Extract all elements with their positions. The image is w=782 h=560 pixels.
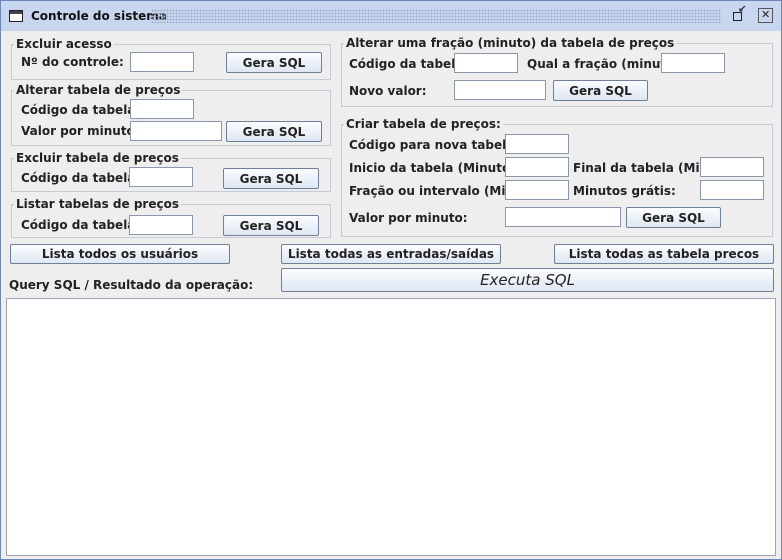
inicio-tabela-label: Inicio da tabela (Minutos):: [349, 161, 528, 175]
minutos-gratis-input[interactable]: [700, 180, 764, 200]
final-tabela-input[interactable]: [700, 157, 764, 177]
alterar-tabela-valor-label: Valor por minuto:: [21, 124, 140, 138]
fracao-intervalo-input[interactable]: [505, 180, 569, 200]
excluir-tabela-codigo-label: Código da tabela:: [21, 171, 141, 185]
alterar-fracao-legend: Alterar uma fração (minuto) da tabela de…: [346, 36, 675, 50]
lista-entradas-saidas-button[interactable]: Lista todas as entradas/saídas: [281, 244, 501, 264]
listar-tabelas-gera-sql-button[interactable]: Gera SQL: [223, 215, 319, 236]
alterar-fracao-codigo-input[interactable]: [454, 53, 518, 73]
alterar-fracao-gera-sql-button[interactable]: Gera SQL: [553, 80, 648, 101]
nova-tabela-codigo-input[interactable]: [505, 134, 569, 154]
title-bar[interactable]: Controle do sistema: [1, 1, 781, 31]
lista-usuarios-button[interactable]: Lista todos os usuários: [10, 244, 230, 264]
restore-icon[interactable]: [732, 4, 747, 23]
system-control-window: Controle do sistema Excluir acesso Nº do…: [0, 0, 782, 560]
listar-tabelas-codigo-label: Código da tabela:: [21, 218, 141, 232]
listar-tabelas-codigo-input[interactable]: [129, 215, 193, 235]
alterar-tabela-codigo-input[interactable]: [130, 99, 194, 119]
novo-valor-label: Novo valor:: [349, 84, 427, 98]
excluir-acesso-legend: Excluir acesso: [16, 37, 112, 51]
inicio-tabela-input[interactable]: [505, 157, 569, 177]
excluir-tabela-legend: Excluir tabela de preços: [16, 151, 179, 165]
close-icon[interactable]: [758, 8, 773, 23]
nova-tabela-codigo-label: Código para nova tabela:: [349, 138, 520, 152]
executa-sql-button[interactable]: Executa SQL: [281, 268, 774, 292]
controle-label: Nº do controle:: [21, 55, 124, 69]
window-title: Controle do sistema: [31, 9, 167, 23]
listar-tabelas-legend: Listar tabelas de preços: [16, 197, 179, 211]
title-bar-grip: [151, 9, 721, 23]
lista-tabelas-precos-button[interactable]: Lista todas as tabela precos: [554, 244, 774, 264]
fracao-minuto-input[interactable]: [661, 53, 725, 73]
novo-valor-input[interactable]: [454, 80, 546, 100]
alterar-tabela-legend: Alterar tabela de preços: [16, 83, 181, 97]
alterar-tabela-codigo-label: Código da tabela:: [21, 103, 141, 117]
window-icon: [9, 10, 23, 22]
query-result-label: Query SQL / Resultado da operação:: [9, 278, 254, 292]
excluir-tabela-gera-sql-button[interactable]: Gera SQL: [223, 168, 319, 189]
excluir-tabela-codigo-input[interactable]: [129, 167, 193, 187]
criar-tabela-gera-sql-button[interactable]: Gera SQL: [626, 207, 721, 228]
fracao-intervalo-label: Fração ou intervalo (Min.):: [349, 184, 529, 198]
controle-input[interactable]: [130, 52, 194, 72]
criar-tabela-legend: Criar tabela de preços:: [346, 117, 501, 131]
query-result-textarea[interactable]: [6, 298, 776, 556]
alterar-tabela-gera-sql-button[interactable]: Gera SQL: [226, 121, 322, 142]
minutos-gratis-label: Minutos grátis:: [573, 184, 676, 198]
excluir-acesso-gera-sql-button[interactable]: Gera SQL: [226, 52, 322, 73]
alterar-tabela-valor-input[interactable]: [130, 121, 222, 141]
criar-valor-minuto-label: Valor por minuto:: [349, 211, 468, 225]
criar-valor-minuto-input[interactable]: [505, 207, 621, 227]
alterar-fracao-codigo-label: Código da tabela:: [349, 57, 469, 71]
